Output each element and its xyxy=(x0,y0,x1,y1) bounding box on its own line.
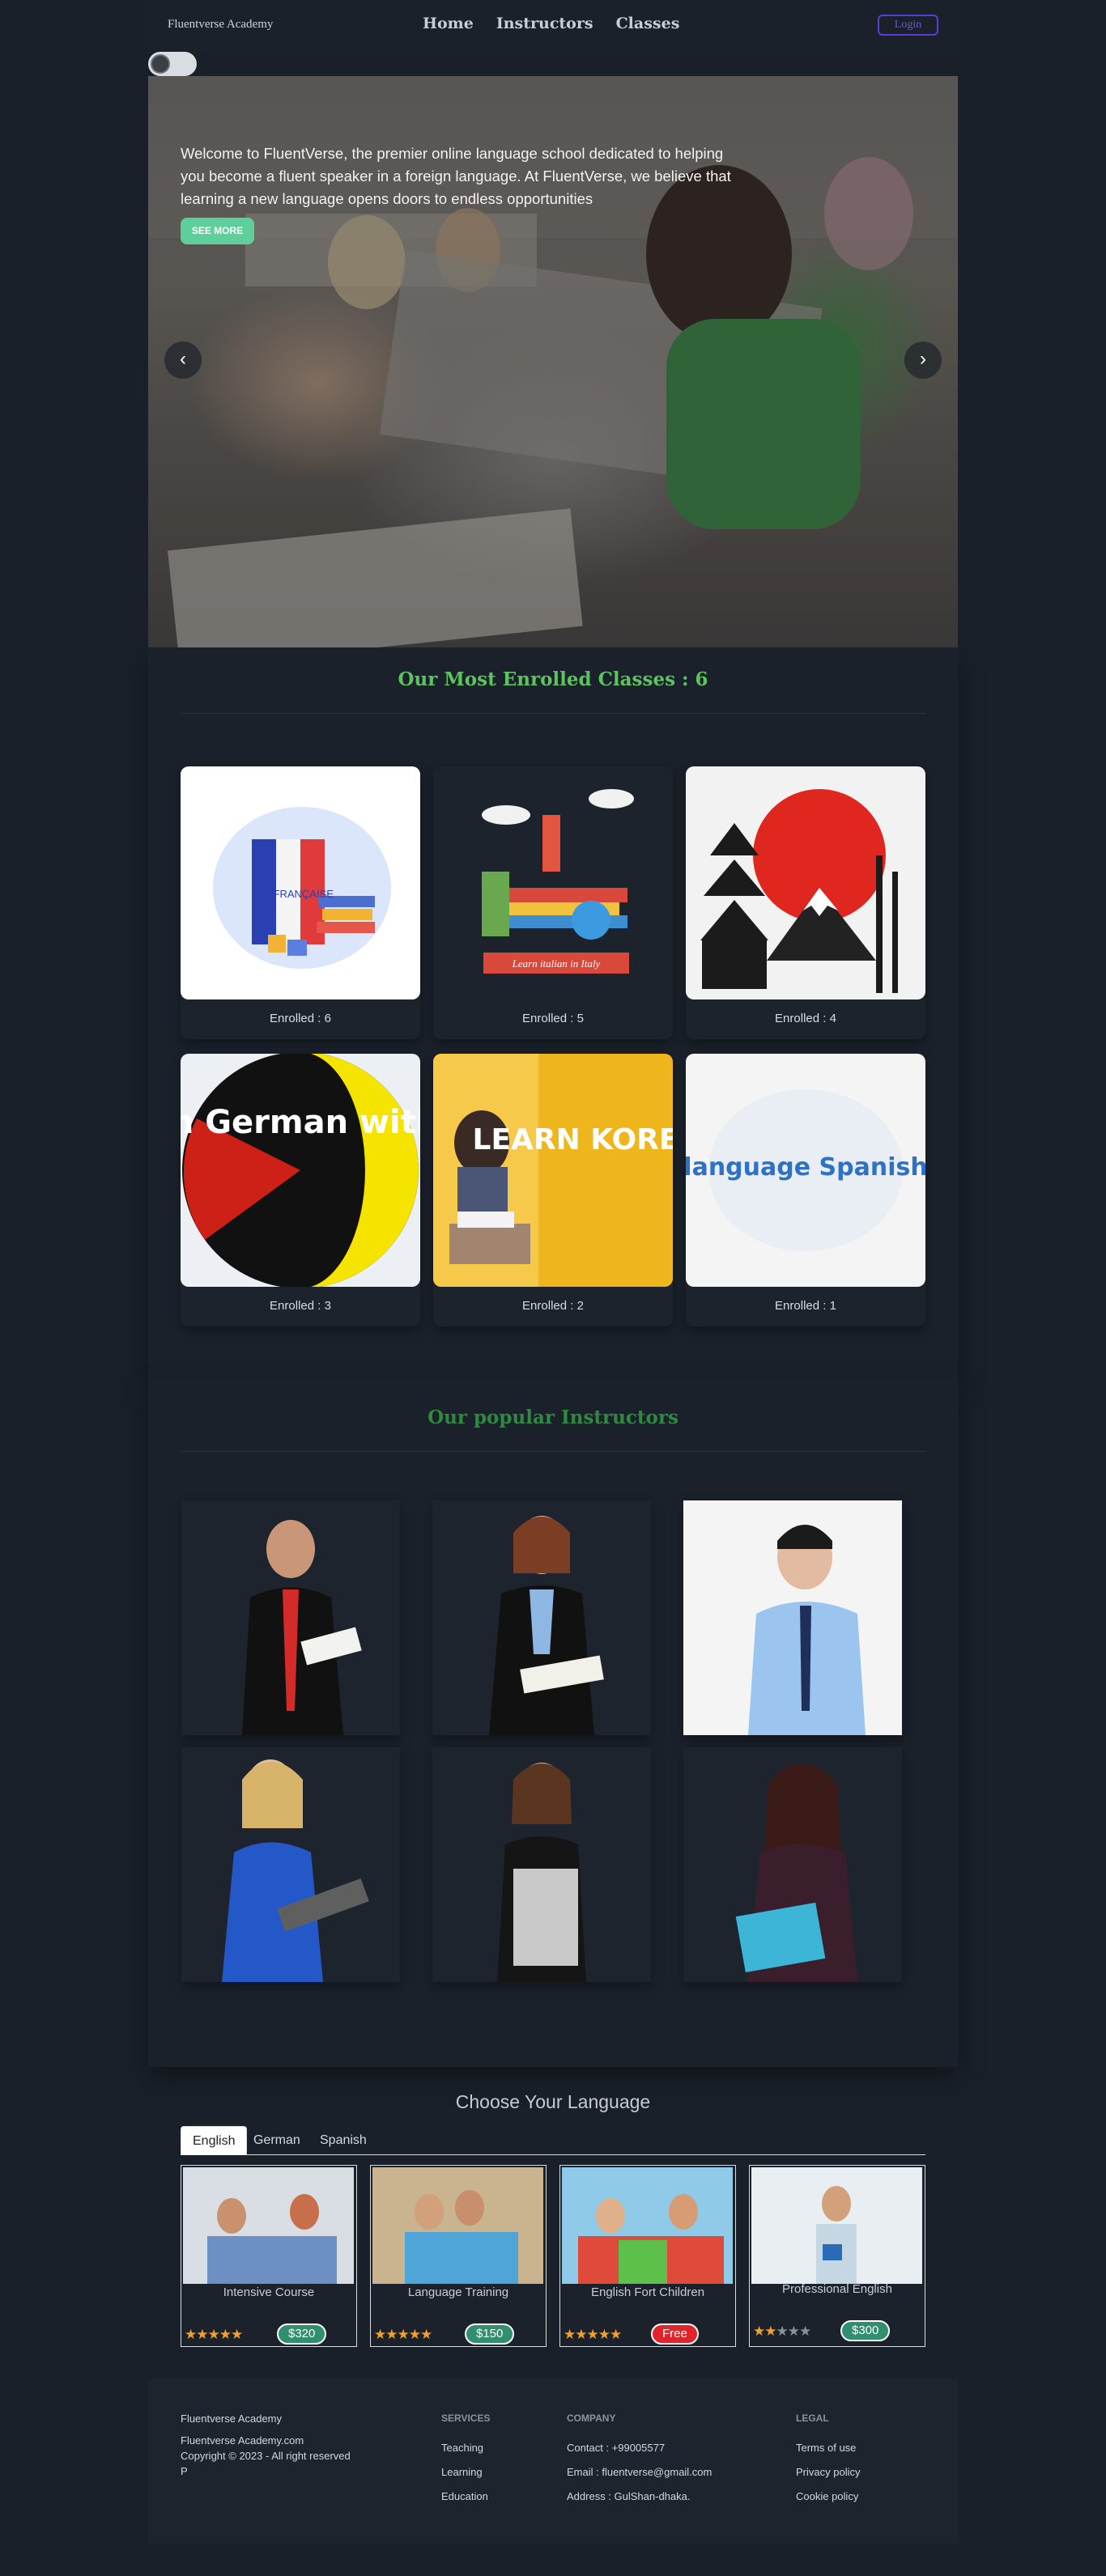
class-image-italian: Learn italian in Italy xyxy=(433,766,673,999)
class-image-german: Learn German with fun xyxy=(181,1054,420,1287)
enrolled-count: Enrolled : 4 xyxy=(775,1012,836,1025)
carousel-next-button[interactable]: › xyxy=(904,342,942,379)
instructor-card[interactable] xyxy=(181,1747,400,1982)
footer-link-learning[interactable]: Learning xyxy=(441,2466,490,2478)
footer-link-cookie[interactable]: Cookie policy xyxy=(796,2490,860,2502)
class-card[interactable]: Learn italian in Italy Enrolled : 5 xyxy=(433,766,673,1039)
instructor-card[interactable] xyxy=(432,1747,651,1982)
enrolled-count: Enrolled : 5 xyxy=(522,1012,584,1025)
image-text: language Spanish xyxy=(686,1153,925,1182)
course-photo xyxy=(562,2167,733,2284)
class-image-japanese xyxy=(686,766,925,999)
price-badge: $150 xyxy=(465,2323,515,2345)
nav-menu: Home Instructors Classes xyxy=(423,15,679,32)
instructor-photo xyxy=(735,1763,857,1982)
footer-copyright: Copyright © 2023 - All right reserved xyxy=(181,2450,351,2462)
class-card[interactable]: LEARN KOREAN Enrolled : 2 xyxy=(433,1054,673,1326)
login-button[interactable]: Login xyxy=(878,15,938,36)
footer-link-education[interactable]: Education xyxy=(441,2490,490,2502)
course-card[interactable]: Language Training ★★★★★ $150 xyxy=(370,2165,547,2347)
course-name: Language Training xyxy=(407,2285,509,2299)
hero-description: Welcome to FluentVerse, the premier onli… xyxy=(181,145,731,207)
image-text: Learn italian in Italy xyxy=(512,957,601,970)
nav-home-link[interactable]: Home xyxy=(423,15,474,32)
instructor-photo xyxy=(489,1516,604,1735)
footer-heading: LEGAL xyxy=(796,2413,829,2424)
price-badge: $320 xyxy=(277,2323,327,2345)
instructor-photo xyxy=(222,1759,369,1982)
tab-english[interactable]: English xyxy=(181,2126,248,2155)
instructor-photo xyxy=(748,1525,866,1735)
rating-stars: ★★★★★ xyxy=(374,2327,432,2342)
footer-brand: Fluentverse Academy Fluentverse Academy.… xyxy=(181,2413,383,2477)
rating-stars: ★★★★★ xyxy=(564,2327,622,2342)
section-title: Our Most Enrolled Classes : 6 xyxy=(398,668,708,690)
course-card[interactable]: Intensive Course ★★★★★ $320 xyxy=(181,2165,357,2347)
section-title: Our popular Instructors xyxy=(428,1407,678,1428)
footer-legal: LEGAL Terms of use Privacy policy Cookie… xyxy=(796,2413,860,2514)
course-photo xyxy=(372,2167,543,2284)
instructor-photo xyxy=(242,1520,362,1735)
instructor-card[interactable] xyxy=(683,1747,902,1982)
footer-site: Fluentverse Academy.com xyxy=(181,2434,304,2447)
footer-services: SERVICES Teaching Learning Education xyxy=(441,2413,490,2514)
footer-heading: COMPANY xyxy=(567,2413,616,2424)
navbar: Fluentverse Academy Home Instructors Cla… xyxy=(148,0,958,76)
footer-heading: SERVICES xyxy=(441,2413,491,2424)
brand-name[interactable]: Fluentverse Academy xyxy=(168,18,273,32)
class-card[interactable]: language Spanish Enrolled : 1 xyxy=(686,1054,925,1326)
footer-company: COMPANY Contact : +99005577 Email : flue… xyxy=(567,2413,712,2514)
section-title: Choose Your Language xyxy=(455,2091,651,2112)
class-card[interactable]: LE FRANÇAISE Enrolled : 6 xyxy=(181,766,420,1039)
course-photo xyxy=(751,2167,922,2284)
enrolled-classes-section: Our Most Enrolled Classes : 6 LE FRANÇAI… xyxy=(148,647,958,1379)
class-card[interactable]: Enrolled : 4 xyxy=(686,766,925,1039)
toggle-knob xyxy=(151,54,170,74)
class-image-french: LE FRANÇAISE xyxy=(181,766,420,999)
course-name: English Fort Children xyxy=(590,2285,705,2299)
enrolled-count: Enrolled : 3 xyxy=(270,1299,331,1313)
enrolled-count: Enrolled : 1 xyxy=(775,1299,836,1313)
image-text: LEARN KOREAN xyxy=(473,1123,673,1156)
enrolled-count: Enrolled : 6 xyxy=(270,1012,331,1025)
language-tabs: English German Spanish xyxy=(181,2126,925,2155)
tab-german[interactable]: German xyxy=(242,2126,312,2155)
tab-spanish[interactable]: Spanish xyxy=(308,2126,378,2155)
instructor-card[interactable] xyxy=(432,1500,651,1735)
rating-stars: ★★★★★ xyxy=(753,2323,811,2339)
class-image-korean: LEARN KOREAN xyxy=(433,1054,673,1287)
image-text: Learn German with fun xyxy=(181,1104,420,1141)
class-card[interactable]: Learn German with fun Enrolled : 3 xyxy=(181,1054,420,1326)
course-name: Intensive Course xyxy=(223,2285,315,2299)
course-card[interactable]: Professional English ★★★★★ $300 xyxy=(749,2165,925,2347)
instructors-section: Our popular Instructors xyxy=(148,1379,958,2067)
footer-link-privacy[interactable]: Privacy policy xyxy=(796,2466,860,2478)
carousel-prev-button[interactable]: ‹ xyxy=(164,342,202,379)
enrolled-count: Enrolled : 2 xyxy=(522,1299,584,1313)
nav-classes-link[interactable]: Classes xyxy=(616,15,680,32)
footer-p: P xyxy=(181,2465,188,2477)
instructor-card[interactable] xyxy=(181,1500,400,1735)
footer-brand-name: Fluentverse Academy xyxy=(181,2413,283,2425)
footer: Fluentverse Academy Fluentverse Academy.… xyxy=(148,2379,958,2544)
course-photo xyxy=(183,2167,354,2284)
footer-email[interactable]: Email : fluentverse@gmail.com xyxy=(567,2466,712,2478)
course-name: Professional English xyxy=(782,2282,892,2296)
hero-carousel: Welcome to FluentVerse, the premier onli… xyxy=(148,76,958,647)
rating-stars: ★★★★★ xyxy=(185,2327,243,2342)
instructor-photo xyxy=(497,1763,586,1982)
language-section: Choose Your Language English German Span… xyxy=(181,2091,925,2350)
see-more-button[interactable]: SEE MORE xyxy=(181,218,254,244)
price-badge: $300 xyxy=(840,2320,891,2341)
course-card[interactable]: English Fort Children ★★★★★ Free xyxy=(559,2165,736,2347)
image-text: LE FRANÇAISE xyxy=(257,888,334,900)
nav-instructors-link[interactable]: Instructors xyxy=(496,15,593,32)
class-image-spanish: language Spanish xyxy=(686,1054,925,1287)
theme-toggle[interactable] xyxy=(148,52,197,76)
price-badge: Free xyxy=(651,2323,699,2345)
footer-address: Address : GulShan-dhaka. xyxy=(567,2490,691,2502)
instructor-card[interactable] xyxy=(683,1500,902,1735)
